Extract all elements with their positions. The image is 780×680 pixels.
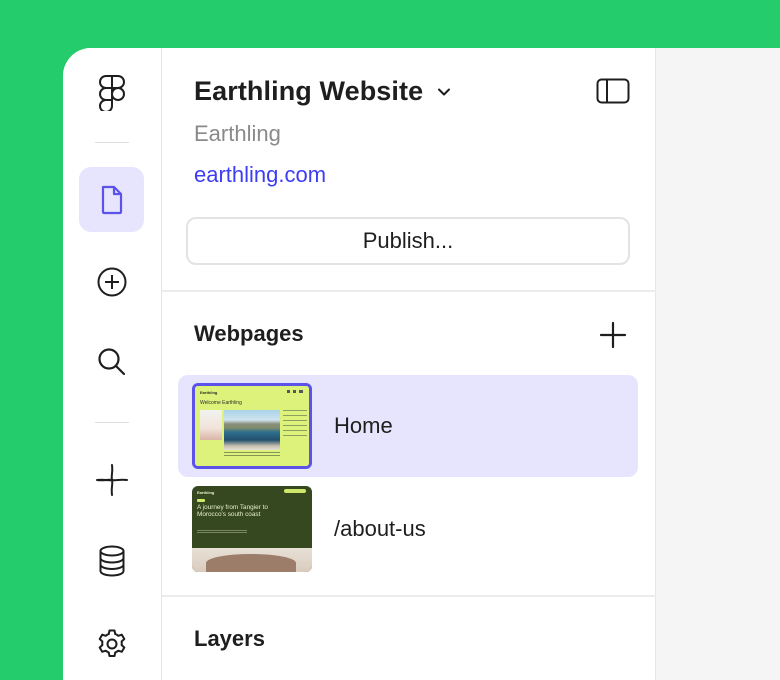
- page-thumbnail: Earthling Welcome Earthling: [192, 383, 312, 469]
- chevron-down-icon[interactable]: [437, 84, 451, 102]
- canvas-area[interactable]: [656, 48, 780, 680]
- component-icon: [95, 463, 128, 496]
- publish-button[interactable]: Publish...: [186, 217, 630, 265]
- sidebar-toggle-icon[interactable]: [596, 78, 630, 109]
- page-row-about-us[interactable]: Earthling A journey from Tangier to Moro…: [178, 478, 638, 580]
- settings-icon: [98, 629, 125, 657]
- figma-logo-icon[interactable]: [79, 60, 144, 125]
- rail-divider: [95, 142, 129, 143]
- site-name[interactable]: Earthling Website: [194, 76, 423, 107]
- page-label: Home: [334, 413, 393, 438]
- settings-button[interactable]: [79, 611, 144, 676]
- page-label: /about-us: [334, 516, 426, 541]
- page-thumbnail: Earthling A journey from Tangier to Moro…: [192, 486, 312, 572]
- components-button[interactable]: [79, 447, 144, 512]
- site-url-link[interactable]: earthling.com: [194, 162, 326, 188]
- left-toolbar: [63, 48, 162, 680]
- cms-button[interactable]: [79, 528, 144, 593]
- search-button[interactable]: [79, 329, 144, 394]
- pages-button[interactable]: [79, 167, 144, 232]
- search-icon: [97, 347, 125, 375]
- add-circle-icon: [97, 267, 126, 296]
- layers-heading: Layers: [194, 626, 265, 651]
- page-icon: [101, 185, 122, 214]
- thumbnail-image: [192, 548, 312, 572]
- webpages-heading: Webpages: [194, 321, 304, 346]
- page-row-home[interactable]: Earthling Welcome Earthling Home: [178, 375, 638, 477]
- thumbnail-heading: A journey from Tangier to Morocco's sout…: [197, 504, 268, 518]
- thumbnail-image: [224, 410, 280, 450]
- section-divider: [162, 595, 656, 597]
- pages-panel: Earthling Website Earthling earthling.co…: [162, 48, 656, 680]
- app-window: Earthling Website Earthling earthling.co…: [63, 48, 780, 680]
- rail-divider: [95, 422, 129, 423]
- database-icon: [99, 545, 124, 577]
- section-divider: [162, 290, 656, 292]
- thumbnail-heading: Welcome Earthling: [200, 400, 242, 406]
- team-name: Earthling: [194, 121, 281, 146]
- insert-button[interactable]: [79, 249, 144, 314]
- thumbnail-brand: Earthling: [200, 390, 218, 395]
- add-page-icon[interactable]: [598, 320, 628, 355]
- thumbnail-brand: Earthling: [197, 490, 215, 495]
